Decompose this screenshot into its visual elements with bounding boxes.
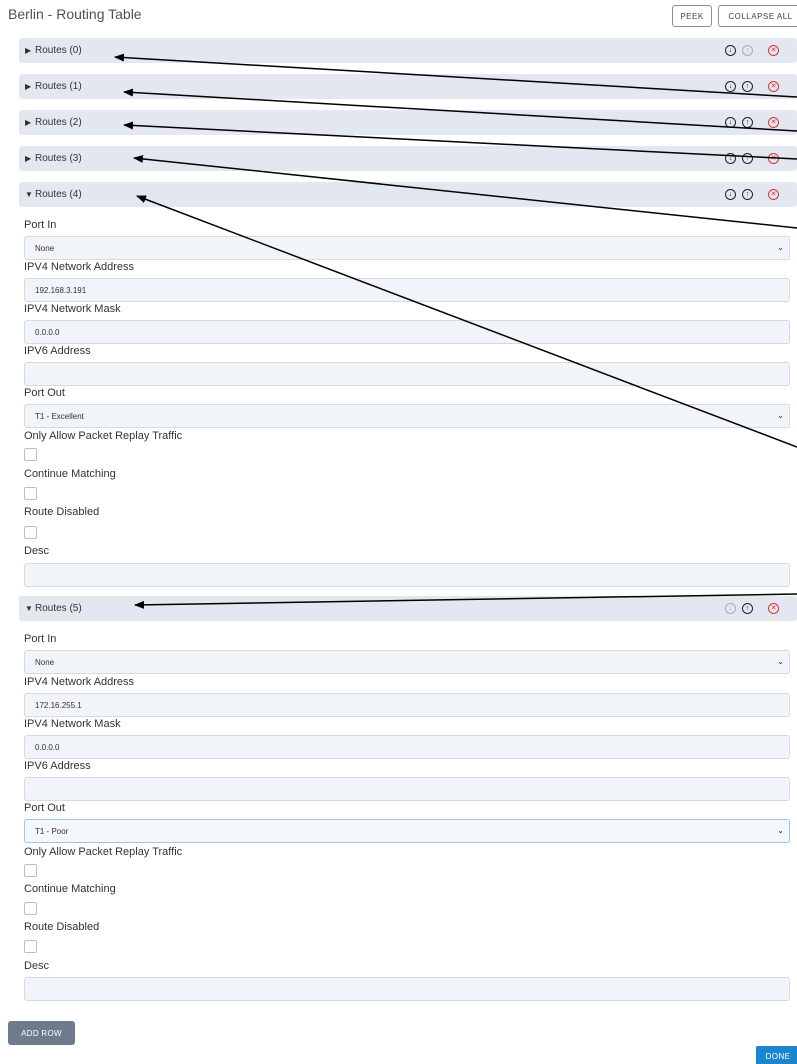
expand-triangle-icon[interactable]: ▶ <box>25 46 31 55</box>
collapse-triangle-icon[interactable]: ▼ <box>25 190 33 199</box>
route-header-0[interactable]: ▶ Routes (0) ↓ ↑ ✕ <box>19 38 797 63</box>
route-disabled-checkbox[interactable] <box>24 526 37 539</box>
port-out-select[interactable]: T1 - Poor ⌄ <box>24 819 790 843</box>
continue-matching-label: Continue Matching <box>24 883 116 895</box>
packet-replay-checkbox[interactable] <box>24 864 37 877</box>
move-down-icon[interactable]: ↓ <box>725 153 736 164</box>
move-down-icon[interactable]: ↓ <box>725 117 736 128</box>
route-label: Routes (2) <box>35 117 82 128</box>
packet-replay-label: Only Allow Packet Replay Traffic <box>24 430 183 442</box>
delete-icon[interactable]: ✕ <box>768 189 779 200</box>
move-down-icon: ↓ <box>725 603 736 614</box>
collapse-all-button[interactable]: COLLAPSE ALL <box>718 5 797 27</box>
expand-triangle-icon[interactable]: ▶ <box>25 118 31 127</box>
peek-button[interactable]: PEEK <box>672 5 712 27</box>
move-up-icon: ↑ <box>742 45 753 56</box>
port-out-label: Port Out <box>24 802 65 814</box>
packet-replay-checkbox[interactable] <box>24 448 37 461</box>
ipv6-address-label: IPV6 Address <box>24 345 91 357</box>
route-disabled-checkbox[interactable] <box>24 940 37 953</box>
page-title: Berlin - Routing Table <box>8 6 142 22</box>
delete-icon[interactable]: ✕ <box>768 45 779 56</box>
continue-matching-checkbox[interactable] <box>24 487 37 500</box>
continue-matching-checkbox[interactable] <box>24 902 37 915</box>
ipv4-mask-input[interactable]: 0.0.0.0 <box>24 320 790 344</box>
route-label: Routes (4) <box>35 189 82 200</box>
move-up-icon[interactable]: ↑ <box>742 153 753 164</box>
add-row-button[interactable]: ADD ROW <box>8 1021 75 1045</box>
delete-icon[interactable]: ✕ <box>768 153 779 164</box>
port-in-select[interactable]: None ⌄ <box>24 650 790 674</box>
port-in-label: Port In <box>24 633 57 645</box>
port-in-label: Port In <box>24 219 57 231</box>
route-label: Routes (5) <box>35 603 82 614</box>
ipv4-address-label: IPV4 Network Address <box>24 261 135 273</box>
route-label: Routes (0) <box>35 45 82 56</box>
move-up-icon[interactable]: ↑ <box>742 603 753 614</box>
delete-icon[interactable]: ✕ <box>768 117 779 128</box>
continue-matching-label: Continue Matching <box>24 468 116 480</box>
expand-triangle-icon[interactable]: ▶ <box>25 82 31 91</box>
port-out-value: T1 - Excellent <box>35 411 84 421</box>
move-down-icon[interactable]: ↓ <box>725 45 736 56</box>
ipv4-mask-label: IPV4 Network Mask <box>24 303 121 315</box>
expand-triangle-icon[interactable]: ▶ <box>25 154 31 163</box>
route-header-1[interactable]: ▶ Routes (1) ↓ ↑ ✕ <box>19 74 797 99</box>
done-button[interactable]: DONE <box>756 1046 797 1064</box>
chevron-down-icon: ⌄ <box>777 243 784 252</box>
route-label: Routes (3) <box>35 153 82 164</box>
ipv6-address-label: IPV6 Address <box>24 760 91 772</box>
chevron-down-icon: ⌄ <box>777 657 784 666</box>
port-in-value: None <box>35 657 55 667</box>
route-disabled-label: Route Disabled <box>24 921 100 933</box>
port-out-value: T1 - Poor <box>35 826 69 836</box>
move-down-icon[interactable]: ↓ <box>725 81 736 92</box>
ipv4-address-input[interactable]: 192.168.3.191 <box>24 278 790 302</box>
delete-icon[interactable]: ✕ <box>768 603 779 614</box>
move-up-icon[interactable]: ↑ <box>742 81 753 92</box>
desc-label: Desc <box>24 960 50 972</box>
move-up-icon[interactable]: ↑ <box>742 117 753 128</box>
desc-label: Desc <box>24 545 50 557</box>
route-header-2[interactable]: ▶ Routes (2) ↓ ↑ ✕ <box>19 110 797 135</box>
move-up-icon[interactable]: ↑ <box>742 189 753 200</box>
port-out-select[interactable]: T1 - Excellent ⌄ <box>24 404 790 428</box>
route-disabled-label: Route Disabled <box>24 506 100 518</box>
ipv4-address-label: IPV4 Network Address <box>24 676 135 688</box>
route-header-3[interactable]: ▶ Routes (3) ↓ ↑ ✕ <box>19 146 797 171</box>
chevron-down-icon: ⌄ <box>777 826 784 835</box>
ipv4-address-input[interactable]: 172.16.255.1 <box>24 693 790 717</box>
chevron-down-icon: ⌄ <box>777 411 784 420</box>
port-in-value: None <box>35 243 55 253</box>
collapse-triangle-icon[interactable]: ▼ <box>25 604 33 613</box>
ipv6-address-input[interactable] <box>24 777 790 801</box>
route-label: Routes (1) <box>35 81 82 92</box>
ipv4-mask-input[interactable]: 0.0.0.0 <box>24 735 790 759</box>
ipv6-address-input[interactable] <box>24 362 790 386</box>
route-header-4[interactable]: ▼ Routes (4) ↓ ↑ ✕ <box>19 182 797 207</box>
desc-input[interactable] <box>24 563 790 587</box>
route-header-5[interactable]: ▼ Routes (5) ↓ ↑ ✕ <box>19 596 797 621</box>
port-out-label: Port Out <box>24 387 65 399</box>
port-in-select[interactable]: None ⌄ <box>24 236 790 260</box>
packet-replay-label: Only Allow Packet Replay Traffic <box>24 846 183 858</box>
ipv4-mask-label: IPV4 Network Mask <box>24 718 121 730</box>
move-down-icon[interactable]: ↓ <box>725 189 736 200</box>
delete-icon[interactable]: ✕ <box>768 81 779 92</box>
desc-input[interactable] <box>24 977 790 1001</box>
